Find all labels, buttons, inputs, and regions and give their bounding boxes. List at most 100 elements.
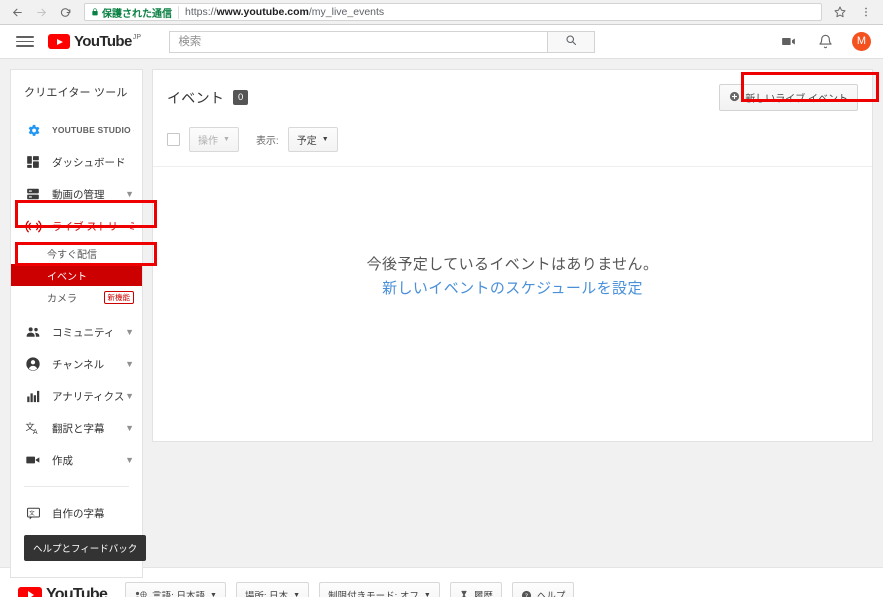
- url-path: /my_live_events: [308, 6, 385, 18]
- search-button[interactable]: [547, 30, 596, 53]
- search-input[interactable]: [169, 30, 548, 53]
- location-selector[interactable]: 場所: 日本 ▼: [235, 582, 310, 597]
- history-label: 履歴: [473, 591, 493, 597]
- search-icon: [565, 33, 577, 51]
- movie-camera-icon: [24, 451, 42, 469]
- sidebar-subitem-events[interactable]: イベント: [11, 264, 142, 286]
- video-camera-icon[interactable]: [778, 32, 798, 52]
- page-body: クリエイター ツール YOUTUBE STUDIO ベータ版 ダッシュボード 動…: [0, 59, 883, 578]
- language-label: 言語: 日本語: [152, 591, 205, 597]
- chevron-down-icon: ▼: [223, 136, 230, 143]
- star-icon[interactable]: [829, 1, 851, 23]
- new-live-event-button[interactable]: 新しいライブ イベント: [719, 84, 858, 111]
- person-circle-icon: [24, 355, 42, 373]
- page-title: イベント: [167, 89, 225, 106]
- sidebar-item-label: ダッシュボード: [52, 156, 126, 169]
- sidebar-item-youtube-studio[interactable]: YOUTUBE STUDIO ベータ版: [11, 114, 142, 146]
- youtube-wordmark: YouTube: [74, 33, 132, 50]
- sidebar-item-community[interactable]: コミュニティ ▼: [11, 316, 142, 348]
- sidebar-item-channel[interactable]: チャンネル ▼: [11, 348, 142, 380]
- creator-studio-sidebar: クリエイター ツール YOUTUBE STUDIO ベータ版 ダッシュボード 動…: [10, 69, 157, 578]
- back-icon[interactable]: [6, 1, 28, 23]
- chevron-down-icon: ▼: [423, 591, 431, 597]
- youtube-country-code: JP: [132, 34, 142, 41]
- sidebar-item-translations[interactable]: 文A 翻訳と字幕 ▼: [11, 412, 142, 444]
- language-icon: [134, 590, 147, 597]
- forward-icon[interactable]: [30, 1, 52, 23]
- help-label: ヘルプ: [536, 591, 566, 597]
- header-actions: M: [778, 32, 871, 52]
- chevron-down-icon: ▼: [125, 422, 134, 433]
- help-circle-icon: ?: [521, 590, 532, 597]
- svg-text:文: 文: [29, 508, 35, 516]
- sidebar-item-label: 翻訳と字幕: [52, 422, 105, 435]
- actions-label: 操作: [198, 136, 218, 147]
- people-icon: [24, 323, 42, 341]
- help-button[interactable]: ? ヘルプ: [511, 582, 575, 597]
- sidebar-item-analytics[interactable]: アナリティクス ▼: [11, 380, 142, 412]
- restricted-mode-label: 制限付きモード: オフ: [328, 591, 419, 597]
- footer-youtube-logo[interactable]: YouTube: [18, 586, 108, 597]
- subtitles-icon: 文: [24, 504, 42, 522]
- sidebar-item-live-streaming[interactable]: ライブ ストリーミング: [11, 210, 142, 242]
- hamburger-menu-icon[interactable]: [16, 33, 34, 51]
- browser-toolbar: 保護された通信 https://www.youtube.com/my_live_…: [0, 0, 883, 25]
- empty-state-message: 今後予定しているイベントはありません。: [366, 256, 659, 273]
- reload-icon[interactable]: [54, 1, 76, 23]
- restricted-mode-selector[interactable]: 制限付きモード: オフ ▼: [319, 582, 440, 597]
- svg-text:A: A: [33, 428, 38, 436]
- sidebar-item-label: 自作の字幕: [52, 507, 105, 520]
- footer-wordmark: YouTube: [46, 586, 108, 597]
- history-button[interactable]: 履歴: [449, 582, 502, 597]
- three-dot-menu-icon[interactable]: [855, 1, 877, 23]
- chevron-down-icon: ▼: [321, 136, 329, 143]
- broadcast-icon: [24, 217, 42, 235]
- chevron-down-icon: ▼: [125, 390, 134, 401]
- url-domain: www.youtube.com: [216, 6, 309, 18]
- actions-dropdown[interactable]: 操作 ▼: [189, 127, 239, 152]
- gear-icon: [24, 121, 42, 139]
- help-and-feedback-button[interactable]: ヘルプとフィードバック: [24, 535, 147, 561]
- youtube-play-icon: [48, 34, 70, 49]
- select-all-checkbox[interactable]: [167, 133, 180, 146]
- security-indicator: 保護された通信: [91, 5, 179, 20]
- sidebar-item-label: YOUTUBE STUDIO ベータ版: [52, 125, 134, 135]
- chevron-down-icon: ▼: [125, 326, 134, 337]
- chevron-down-icon: ▼: [293, 591, 301, 597]
- hourglass-icon: [459, 589, 469, 597]
- bell-icon[interactable]: [815, 32, 835, 52]
- language-selector[interactable]: 言語: 日本語 ▼: [125, 582, 226, 597]
- display-value: 予定: [296, 136, 317, 147]
- chevron-down-icon: ▼: [125, 358, 134, 369]
- sidebar-subitem-camera[interactable]: カメラ 新機能: [11, 286, 142, 308]
- translate-icon: 文A: [24, 419, 42, 437]
- schedule-new-event-link[interactable]: 新しいイベントのスケジュールを設定: [382, 277, 643, 298]
- sidebar-subitem-label: 今すぐ配信: [47, 249, 97, 261]
- youtube-play-icon: [18, 587, 42, 597]
- display-filter-dropdown[interactable]: 予定 ▼: [287, 127, 338, 152]
- location-label: 場所: 日本: [244, 591, 289, 597]
- sidebar-item-label: チャンネル: [52, 358, 105, 371]
- sidebar-item-create[interactable]: 作成 ▼: [11, 444, 142, 476]
- sidebar-subitem-label: カメラ: [47, 293, 77, 305]
- avatar[interactable]: M: [852, 32, 871, 51]
- svg-text:?: ?: [525, 591, 528, 597]
- events-header: イベント 0 新しいライブ イベント: [153, 70, 872, 111]
- events-card: イベント 0 新しいライブ イベント 操作 ▼ 表示: 予定 ▼ 今後予定してい…: [152, 69, 873, 442]
- sidebar-item-own-subtitles[interactable]: 文 自作の字幕: [11, 497, 142, 529]
- sidebar-item-label: 作成: [52, 454, 73, 467]
- address-bar[interactable]: 保護された通信 https://www.youtube.com/my_live_…: [84, 3, 822, 21]
- display-label: 表示:: [255, 136, 279, 147]
- sidebar-item-dashboard[interactable]: ダッシュボード: [11, 146, 142, 178]
- new-live-event-label: 新しいライブ イベント: [745, 94, 848, 105]
- sidebar-item-label: アナリティクス: [52, 390, 125, 403]
- url-scheme: https://: [185, 6, 217, 18]
- chevron-down-icon: ▼: [125, 454, 134, 465]
- chevron-down-icon: ▼: [125, 188, 134, 199]
- security-label: 保護された通信: [102, 8, 172, 20]
- events-toolbar: 操作 ▼ 表示: 予定 ▼: [153, 111, 872, 167]
- sidebar-subitem-stream-now[interactable]: 今すぐ配信: [11, 242, 142, 264]
- sidebar-item-video-manager[interactable]: 動画の管理 ▼: [11, 178, 142, 210]
- youtube-logo[interactable]: YouTube JP: [48, 34, 141, 49]
- empty-state: 今後予定しているイベントはありません。 新しいイベントのスケジュールを設定: [153, 167, 872, 298]
